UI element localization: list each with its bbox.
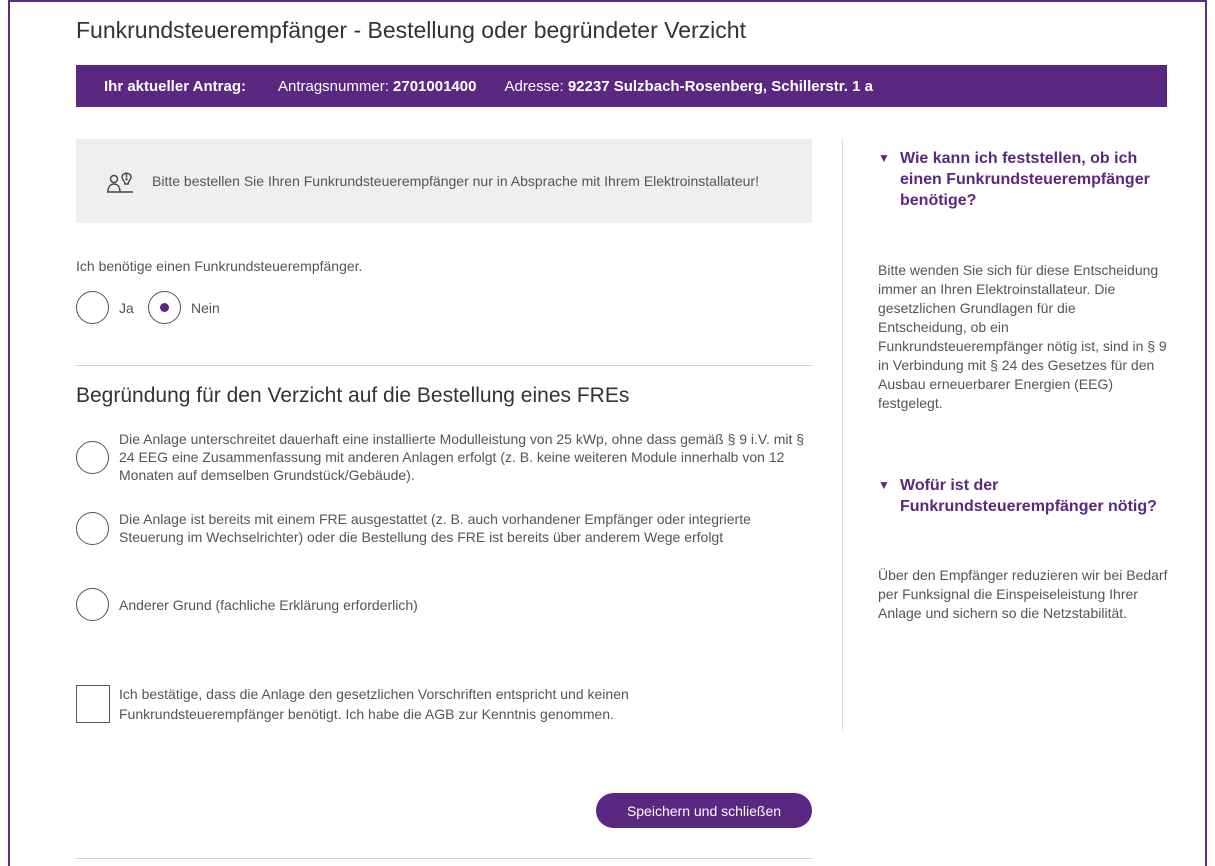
application-bar-label: Ihr aktueller Antrag: xyxy=(104,77,246,95)
radio-nein[interactable] xyxy=(148,291,181,324)
radio-ja-label: Ja xyxy=(119,299,134,316)
radio-option-ja[interactable]: Ja xyxy=(76,291,134,324)
faq-question-2[interactable]: ▼ Wofür ist der Funkrundsteuerempfänger … xyxy=(878,475,1158,517)
radio-reason-3[interactable] xyxy=(76,588,109,621)
application-number-label: Antragsnummer: xyxy=(277,77,389,95)
application-number: Antragsnummer: 2701001400 xyxy=(278,78,476,95)
sidebar-divider xyxy=(842,139,843,731)
page-title: Funkrundsteuerempfänger - Bestellung ode… xyxy=(76,17,746,43)
section-divider xyxy=(76,365,812,366)
faq-question-1-text: Wie kann ich feststellen, ob ich einen F… xyxy=(900,150,1150,209)
radio-option-nein[interactable]: Nein xyxy=(148,291,220,324)
confirm-row[interactable]: Ich bestätige, dass die Anlage den geset… xyxy=(76,684,759,724)
application-address-value: 92237 Sulzbach-Rosenberg, Schillerstr. 1… xyxy=(567,77,873,95)
radio-selected-dot xyxy=(160,303,169,312)
expanded-triangle-icon: ▼ xyxy=(878,151,890,165)
electrician-icon xyxy=(107,172,133,193)
application-address: Adresse: 92237 Sulzbach-Rosenberg, Schil… xyxy=(504,78,873,95)
expanded-triangle-icon: ▼ xyxy=(878,478,890,492)
waiver-reason-1-text: Die Anlage unterschreitet dauerhaft eine… xyxy=(119,431,805,483)
waiver-section-title: Begründung für den Verzicht auf die Best… xyxy=(76,384,630,407)
radio-ja[interactable] xyxy=(76,291,109,324)
current-application-bar: Ihr aktueller Antrag: Antragsnummer: 270… xyxy=(76,65,1167,107)
need-receiver-question: Ich benötige einen Funkrundsteuerempfäng… xyxy=(76,258,363,274)
faq-answer-2: Über den Empfänger reduzieren wir bei Be… xyxy=(878,567,1168,621)
save-and-close-button[interactable]: Speichern und schließen xyxy=(596,793,812,828)
confirm-text: Ich bestätige, dass die Anlage den geset… xyxy=(119,686,629,722)
faq-question-1[interactable]: ▼ Wie kann ich feststellen, ob ich einen… xyxy=(878,148,1158,211)
confirm-checkbox[interactable] xyxy=(76,685,110,723)
waiver-reason-2[interactable]: Die Anlage ist bereits mit einem FRE aus… xyxy=(76,510,809,546)
waiver-reason-3[interactable]: Anderer Grund (fachliche Erklärung erfor… xyxy=(76,588,809,621)
radio-nein-label: Nein xyxy=(191,299,220,316)
faq-answer-1: Bitte wenden Sie sich für diese Entschei… xyxy=(878,262,1167,411)
notice-text: Bitte bestellen Sie Ihren Funkrundsteuer… xyxy=(152,173,759,189)
bottom-divider xyxy=(76,858,812,859)
waiver-reason-1[interactable]: Die Anlage unterschreitet dauerhaft eine… xyxy=(76,430,809,484)
radio-reason-2[interactable] xyxy=(76,511,109,545)
waiver-reason-2-text: Die Anlage ist bereits mit einem FRE aus… xyxy=(119,511,751,545)
radio-reason-1[interactable] xyxy=(76,440,109,474)
faq-question-2-text: Wofür ist der Funkrundsteuerempfänger nö… xyxy=(900,477,1157,515)
notice-box: Bitte bestellen Sie Ihren Funkrundsteuer… xyxy=(76,139,812,223)
application-address-label: Adresse: xyxy=(504,77,564,95)
application-number-value: 2701001400 xyxy=(393,77,477,95)
waiver-reason-3-text: Anderer Grund (fachliche Erklärung erfor… xyxy=(119,596,418,613)
